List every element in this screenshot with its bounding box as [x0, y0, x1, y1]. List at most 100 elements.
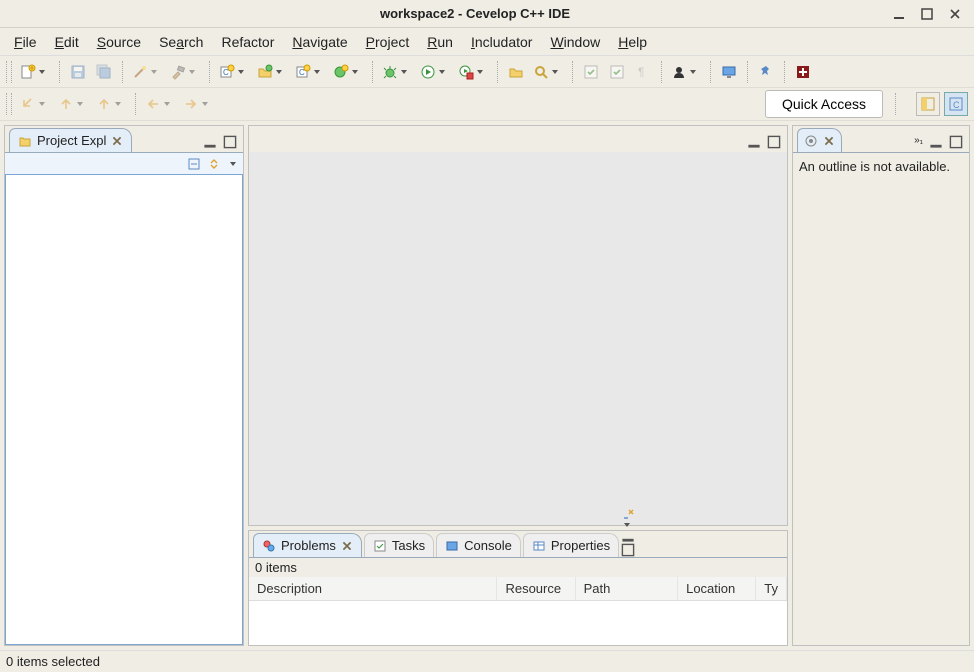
nav-forward-button[interactable]: [181, 93, 215, 115]
col-location[interactable]: Location: [678, 577, 756, 600]
nav-back-button[interactable]: [143, 93, 177, 115]
close-icon[interactable]: [341, 540, 353, 552]
problems-icon: [262, 539, 276, 553]
menu-navigate[interactable]: Navigate: [284, 31, 355, 53]
problems-table-header: Description Resource Path Location Ty: [249, 577, 787, 601]
close-icon[interactable]: [823, 135, 835, 147]
new-source-button[interactable]: [293, 61, 327, 83]
col-path[interactable]: Path: [576, 577, 678, 600]
run-last-button[interactable]: [456, 61, 490, 83]
debug-button[interactable]: [380, 61, 414, 83]
cpp-perspective-button[interactable]: [944, 92, 968, 116]
outline-message: An outline is not available.: [793, 153, 969, 182]
problems-count: 0 items: [249, 558, 787, 577]
collapse-all-icon[interactable]: [187, 157, 201, 171]
menu-search[interactable]: Search: [151, 31, 211, 53]
main-toolbar: [0, 56, 974, 88]
bottom-views: Problems Tasks Console Properties: [248, 530, 788, 646]
window-close-button[interactable]: [946, 5, 964, 23]
problems-tab[interactable]: Problems: [253, 533, 362, 557]
tasks-tab[interactable]: Tasks: [364, 533, 434, 557]
overflow-indicator[interactable]: »₁: [914, 135, 923, 149]
window-minimize-button[interactable]: [890, 5, 908, 23]
screen-button[interactable]: [718, 61, 740, 83]
console-tab-label: Console: [464, 538, 512, 553]
profile-button[interactable]: [669, 61, 703, 83]
project-explorer-tabstrip: Project Expl: [5, 126, 243, 152]
menu-edit[interactable]: Edit: [47, 31, 87, 53]
toggle-mark-button[interactable]: [606, 61, 628, 83]
view-minimize-icon[interactable]: [929, 135, 943, 149]
project-explorer-tab[interactable]: Project Expl: [9, 128, 132, 152]
save-button[interactable]: [67, 61, 89, 83]
link-editor-icon[interactable]: [207, 157, 221, 171]
menu-file[interactable]: File: [6, 31, 45, 53]
close-icon[interactable]: [111, 135, 123, 147]
workbench: Project Expl: [0, 121, 974, 650]
project-explorer-toolbar: [5, 152, 243, 174]
view-menu-icon[interactable]: [623, 521, 631, 529]
new-folder-button[interactable]: [255, 61, 289, 83]
wand-button[interactable]: [130, 61, 164, 83]
view-maximize-icon[interactable]: [767, 135, 781, 149]
status-bar: 0 items selected: [0, 650, 974, 672]
view-maximize-icon[interactable]: [949, 135, 963, 149]
open-type-button[interactable]: [505, 61, 527, 83]
console-icon: [445, 539, 459, 553]
problems-tab-label: Problems: [281, 538, 336, 553]
outline-icon: [804, 134, 818, 148]
new-c-project-button[interactable]: [217, 61, 251, 83]
menu-refactor[interactable]: Refactor: [213, 31, 282, 53]
toolbar-handle[interactable]: [6, 61, 12, 83]
problems-table-body[interactable]: [249, 601, 787, 645]
col-description[interactable]: Description: [249, 577, 497, 600]
view-maximize-icon[interactable]: [223, 135, 237, 149]
nav-last-edit-button[interactable]: [18, 93, 52, 115]
tasks-tab-label: Tasks: [392, 538, 425, 553]
view-minimize-icon[interactable]: [621, 529, 635, 543]
col-resource[interactable]: Resource: [497, 577, 575, 600]
outline-tabstrip: »₁: [793, 126, 969, 152]
run-button[interactable]: [418, 61, 452, 83]
properties-tab-label: Properties: [551, 538, 610, 553]
view-minimize-icon[interactable]: [747, 135, 761, 149]
console-tab[interactable]: Console: [436, 533, 521, 557]
menu-run[interactable]: Run: [419, 31, 461, 53]
editor-body[interactable]: [249, 152, 787, 525]
project-explorer-body[interactable]: [5, 174, 243, 645]
properties-icon: [532, 539, 546, 553]
build-button[interactable]: [168, 61, 202, 83]
medical-icon[interactable]: [792, 61, 814, 83]
tasks-icon: [373, 539, 387, 553]
view-minimize-icon[interactable]: [203, 135, 217, 149]
toggle-task-button[interactable]: [580, 61, 602, 83]
show-whitespace-button[interactable]: [632, 61, 654, 83]
menu-bar: File Edit Source Search Refactor Navigat…: [0, 28, 974, 56]
new-button[interactable]: [18, 61, 52, 83]
open-perspective-button[interactable]: [916, 92, 940, 116]
properties-tab[interactable]: Properties: [523, 533, 619, 557]
nav-up2-button[interactable]: [94, 93, 128, 115]
quick-access-button[interactable]: Quick Access: [765, 90, 883, 118]
nav-up-button[interactable]: [56, 93, 90, 115]
pin-button[interactable]: [755, 61, 777, 83]
view-menu-icon[interactable]: [229, 160, 237, 168]
filter-icon[interactable]: [621, 507, 635, 521]
save-all-button[interactable]: [93, 61, 115, 83]
bottom-tabstrip: Problems Tasks Console Properties: [249, 531, 787, 557]
menu-project[interactable]: Project: [358, 31, 418, 53]
menu-help[interactable]: Help: [610, 31, 655, 53]
search-button[interactable]: [531, 61, 565, 83]
view-maximize-icon[interactable]: [621, 543, 635, 557]
menu-includator[interactable]: Includator: [463, 31, 540, 53]
outline-tab[interactable]: [797, 128, 842, 152]
toolbar-handle[interactable]: [6, 93, 12, 115]
window-titlebar: workspace2 - Cevelop C++ IDE: [0, 0, 974, 28]
window-title: workspace2 - Cevelop C++ IDE: [60, 6, 890, 21]
project-explorer-tab-label: Project Expl: [37, 133, 106, 148]
window-maximize-button[interactable]: [918, 5, 936, 23]
menu-source[interactable]: Source: [89, 31, 149, 53]
col-type[interactable]: Ty: [756, 577, 787, 600]
new-class-button[interactable]: [331, 61, 365, 83]
menu-window[interactable]: Window: [542, 31, 608, 53]
